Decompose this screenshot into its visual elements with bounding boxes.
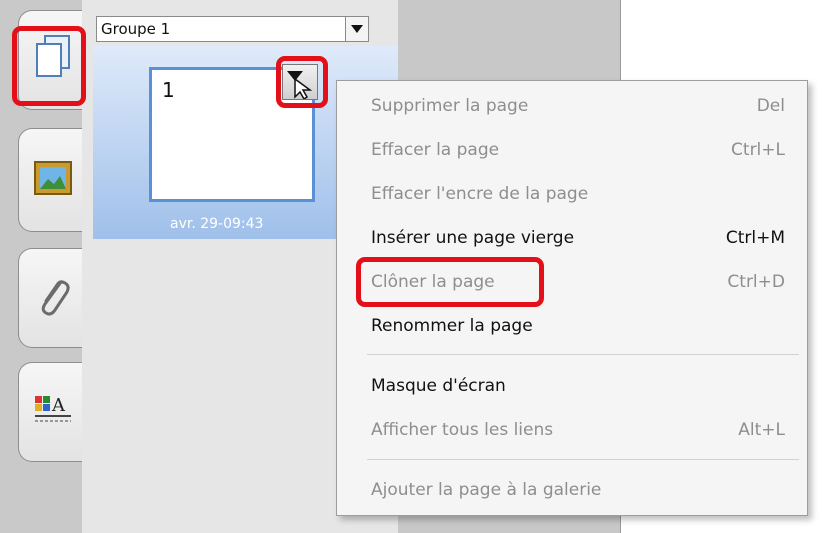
app-window: A Groupe 1 1 avr. 29-09:43 Supprimer la … <box>0 0 835 533</box>
highlight-page-menu-button <box>276 56 328 108</box>
paperclip-icon <box>33 274 73 322</box>
menu-item-shortcut: Ctrl+L <box>731 140 785 160</box>
menu-item-shortcut: Del <box>756 96 785 116</box>
menu-item-effacer-encre[interactable]: Effacer l'encre de la page <box>337 175 807 215</box>
tab-properties[interactable]: A <box>18 362 82 462</box>
menu-item-effacer[interactable]: Effacer la page Ctrl+L <box>337 131 807 171</box>
menu-item-shortcut: Ctrl+M <box>725 228 785 248</box>
chevron-down-icon[interactable] <box>345 17 368 41</box>
menu-separator <box>367 354 799 355</box>
menu-item-label: Ajouter la page à la galerie <box>371 480 602 500</box>
svg-text:A: A <box>51 395 66 416</box>
group-dropdown-label: Groupe 1 <box>101 20 171 38</box>
menu-item-label: Masque d'écran <box>371 376 506 396</box>
menu-item-label: Renommer la page <box>371 316 533 336</box>
menu-item-supprimer[interactable]: Supprimer la page Del <box>337 87 807 127</box>
menu-item-label: Effacer la page <box>371 140 500 160</box>
menu-item-shortcut: Ctrl+D <box>727 272 785 292</box>
gallery-icon <box>33 160 73 200</box>
menu-item-label: Supprimer la page <box>371 96 529 116</box>
menu-item-label: Afficher tous les liens <box>371 420 554 440</box>
menu-separator <box>367 459 799 460</box>
group-dropdown[interactable]: Groupe 1 <box>96 16 369 42</box>
menu-item-galerie[interactable]: Ajouter la page à la galerie <box>337 471 807 511</box>
menu-item-masque[interactable]: Masque d'écran <box>337 367 807 407</box>
page-number: 1 <box>162 78 175 102</box>
properties-icon: A <box>33 390 73 434</box>
menu-item-label: Effacer l'encre de la page <box>371 184 589 204</box>
menu-item-renommer[interactable]: Renommer la page <box>337 307 807 347</box>
menu-item-liens[interactable]: Afficher tous les liens Alt+L <box>337 411 807 451</box>
menu-item-shortcut: Alt+L <box>738 420 785 440</box>
highlight-page-sorter-tab <box>12 26 86 106</box>
menu-item-label: Insérer une page vierge <box>371 228 575 248</box>
tab-gallery[interactable] <box>18 128 82 232</box>
highlight-cloner-item <box>356 257 544 307</box>
tab-attachments[interactable] <box>18 248 82 348</box>
menu-item-inserer[interactable]: Insérer une page vierge Ctrl+M <box>337 219 807 259</box>
page-date: avr. 29-09:43 <box>170 216 264 232</box>
